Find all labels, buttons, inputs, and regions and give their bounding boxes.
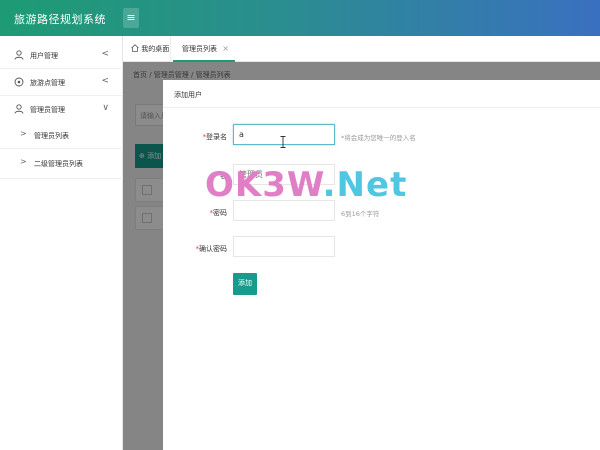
sidebar-item-admins[interactable]: 管理员管理 ∨	[0, 96, 123, 122]
chevron-left-icon: <	[101, 76, 109, 86]
password-label: *密码	[209, 209, 228, 217]
sidebar-item-spots[interactable]: 旅游点管理 <	[0, 69, 123, 95]
login-name-label: *登录名	[202, 133, 228, 141]
location-icon	[14, 77, 24, 87]
home-icon	[131, 44, 139, 52]
password-hint: 6到16个字符	[341, 210, 380, 218]
add-user-modal: 添加用户 *登录名 *将会成为您唯一的登入名 名 *密码 6到16个字符 *确认…	[163, 80, 600, 450]
confirm-password-input[interactable]	[233, 236, 335, 257]
chevron-right-icon: >	[20, 157, 27, 166]
sidebar-item-label: 用户管理	[30, 52, 58, 60]
tab-label: 管理员列表	[182, 45, 217, 53]
watermark: OK3W.Net	[205, 165, 408, 205]
sidebar-subitem-sub-admin-list[interactable]: > 二级管理员列表	[0, 150, 123, 176]
sidebar-subitem-admin-list[interactable]: > 管理员列表	[0, 122, 123, 148]
divider	[0, 148, 123, 149]
sidebar-item-label: 管理员管理	[30, 106, 65, 114]
user-icon	[14, 104, 24, 114]
close-icon[interactable]: ×	[222, 36, 229, 62]
app-title: 旅游路径规划系统	[14, 13, 106, 26]
tab-home[interactable]: 我的桌面	[123, 36, 171, 62]
confirm-password-label: *确认密码	[195, 245, 228, 253]
sidebar-item-users[interactable]: 用户管理 <	[0, 42, 123, 68]
add-submit-button[interactable]: 添加	[233, 273, 257, 295]
sidebar-item-label: 旅游点管理	[30, 79, 65, 87]
login-name-hint: *将会成为您唯一的登入名	[341, 134, 416, 142]
hamburger-icon[interactable]: ≡	[123, 8, 139, 28]
sidebar: 用户管理 < 旅游点管理 < 管理员管理 ∨ > 管理员列表 > 二级管理员列表	[0, 36, 123, 450]
tab-bar: 我的桌面 管理员列表 ×	[123, 36, 600, 62]
divider	[0, 178, 123, 179]
modal-header: 添加用户	[163, 80, 600, 108]
tab-admin-list[interactable]: 管理员列表 ×	[173, 36, 235, 62]
chevron-down-icon: ∨	[102, 103, 109, 113]
user-icon	[14, 50, 24, 60]
text-cursor-icon	[280, 136, 286, 148]
tab-label: 我的桌面	[141, 45, 170, 53]
sidebar-subitem-label: 二级管理员列表	[34, 160, 83, 168]
chevron-right-icon: >	[20, 129, 27, 138]
top-bar: 旅游路径规划系统 ≡	[0, 0, 600, 36]
modal-title: 添加用户	[174, 91, 202, 99]
sidebar-subitem-label: 管理员列表	[34, 132, 69, 140]
chevron-left-icon: <	[101, 49, 109, 59]
